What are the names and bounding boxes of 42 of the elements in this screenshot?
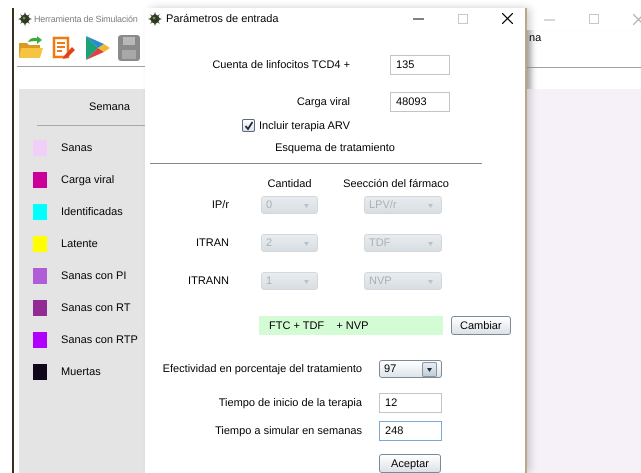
input-field[interactable]: 12 (379, 393, 442, 413)
document-edit-icon[interactable] (52, 36, 76, 60)
legend-label: Muertas (61, 366, 101, 378)
accept-button[interactable]: Aceptar (379, 454, 441, 473)
row-label: IP/r (210, 199, 229, 211)
field-label: Cuenta de linfocitos TCD4 + (211, 59, 350, 71)
menu-label[interactable]: na (527, 30, 641, 67)
field-label: Tiempo de inicio de la terapia (218, 397, 362, 409)
play-icon[interactable] (84, 35, 110, 61)
checkbox[interactable] (242, 119, 255, 132)
maximize-icon[interactable] (458, 14, 468, 24)
scheme-display: FTC + TDF + NVP (259, 316, 443, 335)
dropdown[interactable]: 97 (379, 360, 442, 378)
save-icon[interactable] (118, 35, 140, 61)
section-title: Esquema de tratamiento (274, 142, 396, 154)
input-field[interactable]: 48093 (390, 92, 450, 112)
virus-icon (148, 12, 162, 26)
dialog-title: Parámetros de entrada (166, 12, 279, 24)
legend-label: Sanas con RT (61, 302, 131, 314)
virus-icon (18, 12, 32, 26)
input-field[interactable]: 248 (379, 421, 442, 441)
open-folder-icon[interactable] (18, 36, 44, 60)
legend-label: Sanas (61, 142, 92, 154)
checkbox-label[interactable]: Incluir terapia ARV (259, 120, 350, 132)
legend-label: Carga viral (61, 174, 114, 186)
row-label: ITRANN (187, 275, 229, 287)
field-label: Tiempo a simular en semanas (214, 425, 362, 437)
change-button[interactable]: Cambiar (451, 316, 511, 335)
week-label: Semana (89, 101, 131, 113)
input-field[interactable]: 135 (390, 55, 450, 75)
field-label: Efectividad en porcentaje del tratamiento (162, 363, 362, 375)
window-title: Herramienta de Simulación (34, 14, 138, 24)
legend-label: Latente (61, 238, 98, 250)
column-header: Seección del fármaco (342, 178, 450, 190)
legend-label: Sanas con PI (61, 270, 126, 282)
legend-label: Sanas con RTP (61, 334, 138, 346)
maximize-icon[interactable] (589, 14, 599, 24)
close-icon[interactable] (502, 13, 513, 24)
legend-label: Identificadas (61, 206, 123, 218)
field-label: Carga viral (296, 96, 350, 108)
row-label: ITRAN (195, 237, 229, 249)
column-header: Cantidad (266, 178, 313, 190)
